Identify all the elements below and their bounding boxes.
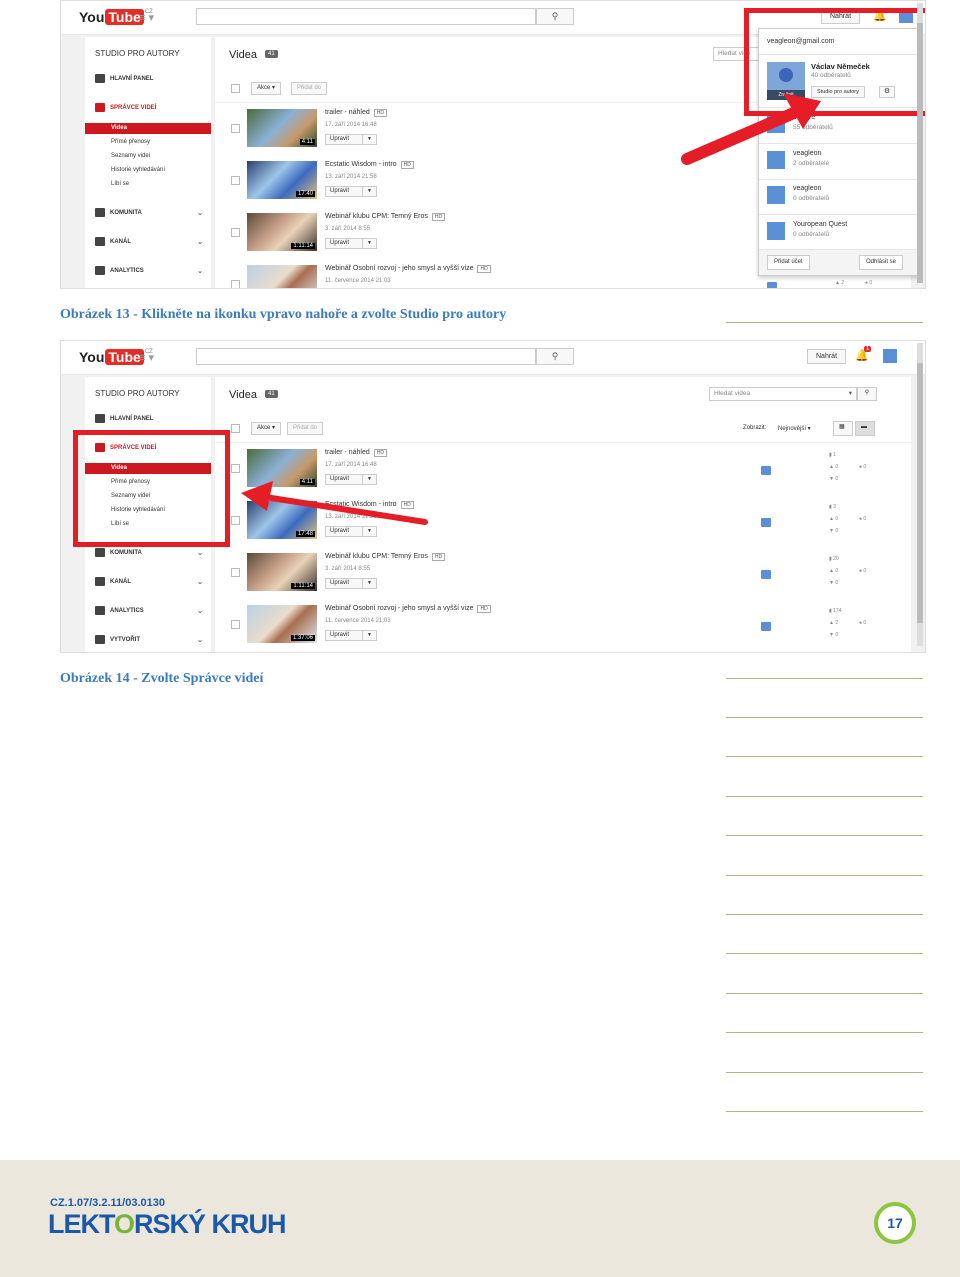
page-number: 17 [874, 1202, 916, 1244]
writing-line [726, 322, 923, 323]
document-page: You Tube CZ ≡ ▾ ⚲ Nahrát 🔔 STUDIO PRO AUTO… [0, 0, 960, 1277]
writing-line [726, 1032, 923, 1033]
project-code: CZ.1.07/3.2.11/03.0130 [50, 1197, 165, 1209]
writing-line [726, 835, 923, 836]
writing-line [726, 756, 923, 757]
writing-line [726, 914, 923, 915]
scrollbar[interactable] [917, 3, 923, 283]
writing-line [726, 875, 923, 876]
screenshot-account-menu: You Tube CZ ≡ ▾ ⚲ Nahrát 🔔 STUDIO PRO AUTO… [60, 0, 926, 289]
writing-line [726, 1072, 923, 1073]
figure-caption: Obrázek 13 - Klikněte na ikonku vpravo n… [60, 307, 507, 322]
pointer-arrow [241, 481, 428, 525]
pointer-arrow [681, 93, 821, 165]
brand-logo: LEKTORSKÝ KRUH [48, 1209, 287, 1239]
writing-line [726, 717, 923, 718]
figure-caption: Obrázek 14 - Zvolte Správce videí [60, 671, 264, 686]
scrollbar-thumb[interactable] [917, 23, 923, 283]
screenshot-video-manager: You Tube CZ ≡ ▾ ⚲ Nahrát 🔔 1 STUDIO PRO AU… [60, 340, 926, 653]
writing-line [726, 678, 923, 679]
writing-line [726, 953, 923, 954]
writing-line [726, 993, 923, 994]
page-footer: CZ.1.07/3.2.11/03.0130 LEKTORSKÝ KRUH 17 [0, 1160, 960, 1277]
scrollbar-thumb[interactable] [917, 363, 923, 623]
writing-line [726, 796, 923, 797]
writing-line [726, 1111, 923, 1112]
scrollbar[interactable] [917, 343, 923, 646]
